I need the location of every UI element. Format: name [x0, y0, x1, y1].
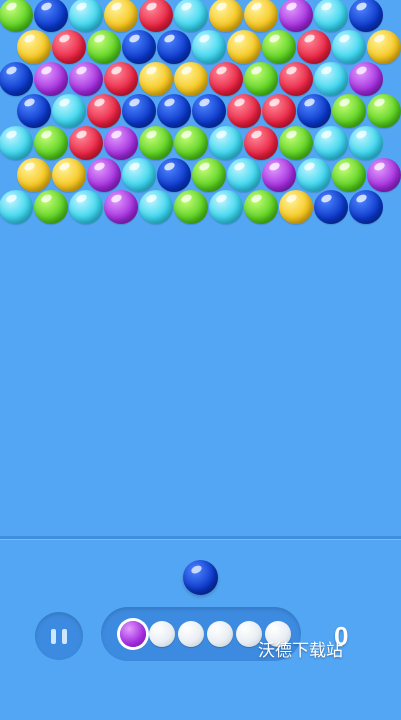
bubble-purple	[34, 62, 68, 96]
bubble-green	[367, 94, 401, 128]
bubble-purple	[367, 158, 401, 192]
queue-bubble	[149, 621, 175, 647]
bubble-cyan	[139, 190, 173, 224]
bubble-blue	[157, 94, 191, 128]
bubble-purple	[349, 62, 383, 96]
bubble-red	[279, 62, 313, 96]
bubble-cyan	[0, 126, 33, 160]
bubble-cyan	[349, 126, 383, 160]
bubble-cyan	[209, 126, 243, 160]
bubble-blue	[0, 62, 33, 96]
bubble-yellow	[367, 30, 401, 64]
bubble-cyan	[69, 190, 103, 224]
bubble-green	[87, 30, 121, 64]
shooter-bubble[interactable]	[183, 560, 218, 595]
bubble-red	[69, 126, 103, 160]
bubble-yellow	[52, 158, 86, 192]
bubble-green	[174, 126, 208, 160]
bubble-yellow	[279, 190, 313, 224]
bubble-green	[262, 30, 296, 64]
bubble-green	[192, 158, 226, 192]
bubble-red	[87, 94, 121, 128]
bubble-yellow	[139, 62, 173, 96]
watermark: 沃德下载站	[258, 641, 343, 660]
bubble-purple	[104, 190, 138, 224]
bubble-purple	[87, 158, 121, 192]
bubble-green	[332, 158, 366, 192]
bubble-green	[244, 190, 278, 224]
bubble-blue	[297, 94, 331, 128]
bubble-green	[0, 0, 33, 32]
bubble-blue	[157, 30, 191, 64]
bubble-green	[34, 190, 68, 224]
bubble-yellow	[104, 0, 138, 32]
bubble-board[interactable]	[0, 0, 401, 540]
bubble-cyan	[0, 190, 33, 224]
bubble-cyan	[297, 158, 331, 192]
bubble-cyan	[192, 30, 226, 64]
bubble-cyan	[332, 30, 366, 64]
bubble-red	[52, 30, 86, 64]
bubble-green	[34, 126, 68, 160]
bubble-red	[244, 126, 278, 160]
bubble-green	[244, 62, 278, 96]
pause-icon	[51, 628, 56, 644]
bubble-cyan	[314, 62, 348, 96]
bubble-red	[227, 94, 261, 128]
bubble-purple	[104, 126, 138, 160]
bubble-purple	[279, 0, 313, 32]
bubble-cyan	[314, 0, 348, 32]
bubble-blue	[192, 94, 226, 128]
bubble-yellow	[174, 62, 208, 96]
queue-bubble	[178, 621, 204, 647]
bubble-red	[297, 30, 331, 64]
bubble-green	[279, 126, 313, 160]
bubble-blue	[349, 190, 383, 224]
pause-icon-bar	[62, 628, 67, 644]
bubble-red	[139, 0, 173, 32]
bubble-blue	[122, 30, 156, 64]
bubble-cyan	[69, 0, 103, 32]
bubble-cyan	[52, 94, 86, 128]
bubble-cyan	[227, 158, 261, 192]
bubble-yellow	[209, 0, 243, 32]
bubble-yellow	[227, 30, 261, 64]
deadline-line	[0, 536, 401, 539]
bubble-blue	[122, 94, 156, 128]
bubble-cyan	[209, 190, 243, 224]
bubble-blue	[349, 0, 383, 32]
bubble-blue	[34, 0, 68, 32]
next-bubble	[120, 621, 146, 647]
bubble-green	[174, 190, 208, 224]
bubble-blue	[157, 158, 191, 192]
bubble-blue	[314, 190, 348, 224]
queue-bubble	[207, 621, 233, 647]
bubble-cyan	[174, 0, 208, 32]
bubble-purple	[69, 62, 103, 96]
bubble-yellow	[17, 30, 51, 64]
bubble-purple	[262, 158, 296, 192]
bubble-cyan	[314, 126, 348, 160]
bubble-cyan	[122, 158, 156, 192]
bubble-green	[139, 126, 173, 160]
bubble-red	[104, 62, 138, 96]
bubble-green	[332, 94, 366, 128]
bubble-yellow	[17, 158, 51, 192]
pause-button[interactable]	[35, 612, 83, 660]
bubble-blue	[17, 94, 51, 128]
bubble-yellow	[244, 0, 278, 32]
bubble-red	[262, 94, 296, 128]
bubble-red	[209, 62, 243, 96]
